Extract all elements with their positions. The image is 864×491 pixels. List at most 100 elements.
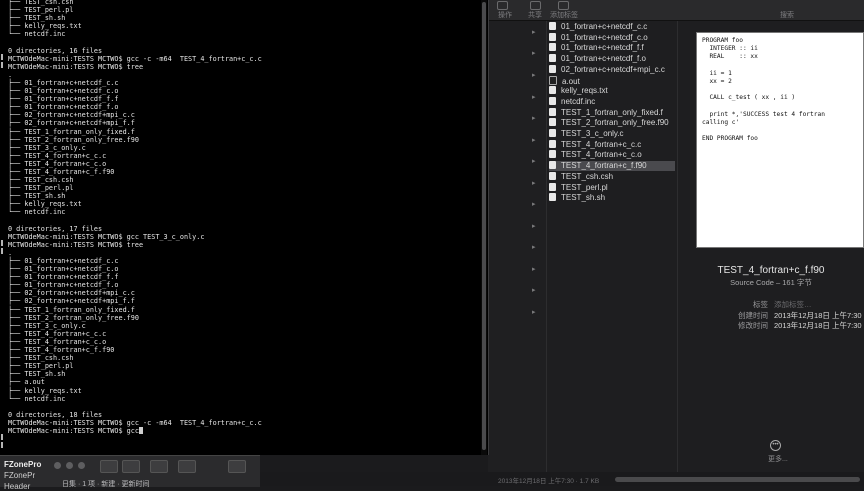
terminal-line: ├── 01_fortran+c+netcdf_f.f [8,273,119,282]
file-row[interactable]: a.out [549,75,675,86]
fortran-file-icon [549,161,556,170]
document-icon [549,96,556,105]
file-row[interactable]: TEST_2_fortran_only_free.f90 [549,118,675,128]
script-icon [549,182,556,191]
terminal-line: ├── a.out [8,378,45,387]
background-window[interactable]: FZonePro FZonePr Header 日集 · 1 项 · 新建 · … [0,455,260,491]
object-file-icon [549,54,556,63]
text-file-icon [549,86,556,95]
terminal-line: ├── TEST_3_c_only.c [8,321,86,330]
code-preview-text: PROGRAM foo INTEGER :: ii REAL :: xx ii … [702,37,825,143]
search-label[interactable]: 搜索 [780,10,794,20]
file-row[interactable]: netcdf.inc [549,96,675,107]
object-file-icon [549,150,556,159]
c-source-icon [549,64,556,73]
tags-label[interactable]: 添加标签 [550,10,578,20]
horizontal-scrollbar[interactable] [615,477,860,482]
file-row[interactable]: 01_fortran+c+netcdf_f.f [549,43,675,53]
terminal-line: ├── 01_fortran+c+netcdf_c.o [8,87,119,96]
terminal-line: MCTWOdeMac-mini:TESTS MCTWO$ gcc -c -m64… [8,418,262,427]
chevron-right-icon: ▸ [532,244,536,251]
share-label[interactable]: 共享 [528,10,542,20]
file-row[interactable]: 01_fortran+c+netcdf_f.o [549,54,675,64]
close-icon[interactable] [54,462,61,469]
file-row[interactable]: TEST_4_fortran+c_c.o [549,150,675,160]
layout-button[interactable] [150,460,168,473]
chevron-right-icon: ▸ [532,50,536,57]
file-name: TEST_csh.csh [561,171,614,181]
share-icon[interactable] [530,1,541,10]
terminal-line: . [8,248,13,257]
file-name: 01_fortran+c+netcdf_c.o [561,32,648,42]
file-name: 01_fortran+c+netcdf_c.c [561,22,648,31]
terminal-line: ├── TEST_4_fortran+c_c.o [8,337,107,346]
scrollbar-thumb[interactable] [482,2,486,450]
c-source-icon [549,129,556,137]
view-toggle-button[interactable] [100,460,118,473]
terminal-scrollbar[interactable] [481,0,487,455]
lock-button[interactable] [228,460,246,473]
sidebar-item[interactable]: FZonePr [4,471,35,480]
terminal-line: ├── 01_fortran+c+netcdf_c.c [8,257,119,265]
app-title: FZonePro [4,460,42,469]
terminal-line: ├── TEST_2_fortran_only_free.f90 [8,313,139,322]
terminal-line: ├── TEST_perl.pl [8,184,74,193]
terminal-line: MCTWOdeMac-mini:TESTS MCTWO$ tree [8,62,144,71]
prompt-mark [1,62,3,68]
chevron-right-icon: ▸ [532,158,536,165]
file-row[interactable]: TEST_3_c_only.c [549,129,675,139]
more-button[interactable]: 更多... [678,454,864,464]
file-row[interactable]: TEST_csh.csh [549,171,675,182]
file-row[interactable]: kelly_reqs.txt [549,86,675,96]
file-row[interactable]: TEST_perl.pl [549,182,675,193]
meta-tags-row: 标签 添加标签… [678,299,864,309]
terminal-line: ├── kelly_reqs.txt [8,386,82,395]
status-text: 日集 · 1 项 · 新建 · 更新时间 [62,481,150,488]
tag-icon[interactable] [558,1,569,10]
terminal-line: └── netcdf.inc [8,394,66,403]
file-row[interactable]: 01_fortran+c+netcdf_c.c [549,22,675,32]
sidebar-item[interactable]: Header [4,482,30,491]
edit-button[interactable] [178,460,196,473]
meta-tags-input[interactable]: 添加标签… [774,299,812,310]
terminal-line: MCTWOdeMac-mini:TESTS MCTWO$ tree [8,240,144,249]
terminal-window[interactable]: ├── TEST_csh.csh ├── TEST_perl.pl ├── TE… [0,0,489,455]
terminal-line: └── netcdf.inc [8,208,66,217]
terminal-line: ├── TEST_3_c_only.c [8,143,86,152]
prompt-mark [1,248,3,254]
terminal-line: ├── 01_fortran+c+netcdf_c.o [8,265,119,274]
minimize-icon[interactable] [66,462,73,469]
chevron-right-icon: ▸ [532,137,536,144]
file-row[interactable]: TEST_4_fortran+c_f.f90 [549,161,675,172]
chevron-right-icon: ▸ [532,266,536,273]
meta-modified-value: 2013年12月18日 上午7:30 [774,321,862,330]
gear-icon[interactable] [497,1,508,10]
list-view-button[interactable] [122,460,140,473]
file-row[interactable]: 01_fortran+c+netcdf_c.o [549,32,675,43]
chevron-right-icon: ▸ [532,309,536,316]
preview-filename: TEST_4_fortran+c_f.f90 [717,265,825,276]
file-row[interactable]: TEST_4_fortran+c_c.c [549,139,675,150]
action-label[interactable]: 操作 [498,10,512,20]
meta-created-row: 创建时间 2013年12月18日 上午7:30 [678,310,864,320]
terminal-line: ├── TEST_csh.csh [8,176,74,185]
file-row[interactable]: TEST_1_fortran_only_fixed.f [549,107,675,118]
file-row[interactable]: TEST_sh.sh [549,193,675,203]
chevron-right-icon: ▸ [532,72,536,79]
prompt-mark [1,442,3,448]
meta-modified-row: 修改时间 2013年12月18日 上午7:30 [678,320,864,330]
terminal-line: MCTWOdeMac-mini:TESTS MCTWO$ gcc TEST_3_… [8,232,205,241]
terminal-line: ├── TEST_1_fortran_only_fixed.f [8,305,135,314]
prompt-mark [1,240,3,246]
terminal-output[interactable]: ├── TEST_csh.csh ├── TEST_perl.pl ├── TE… [8,0,262,435]
chevron-right-icon: ▸ [532,180,536,187]
finder-column-parent[interactable]: ▸ ▸ ▸ ▸ ▸ ▸ ▸ ▸ ▸ ▸ ▸ ▸ ▸ ▸ [488,21,547,486]
file-row[interactable]: 02_fortran+c+netcdf+mpi_c.c [549,64,675,75]
terminal-line: ├── 02_fortran+c+netcdf+mpi_f.f [8,119,135,128]
finder-file-column[interactable]: 01_fortran+c+netcdf_c.c 01_fortran+c+netc… [547,21,678,486]
file-name: TEST_4_fortran+c_f.f90 [561,161,647,171]
chevron-right-icon: ▸ [532,29,536,36]
terminal-prompt-line[interactable]: MCTWOdeMac-mini:TESTS MCTWO$ gcc [8,427,139,435]
zoom-icon[interactable] [78,462,85,469]
more-icon[interactable]: ••• [770,440,781,451]
